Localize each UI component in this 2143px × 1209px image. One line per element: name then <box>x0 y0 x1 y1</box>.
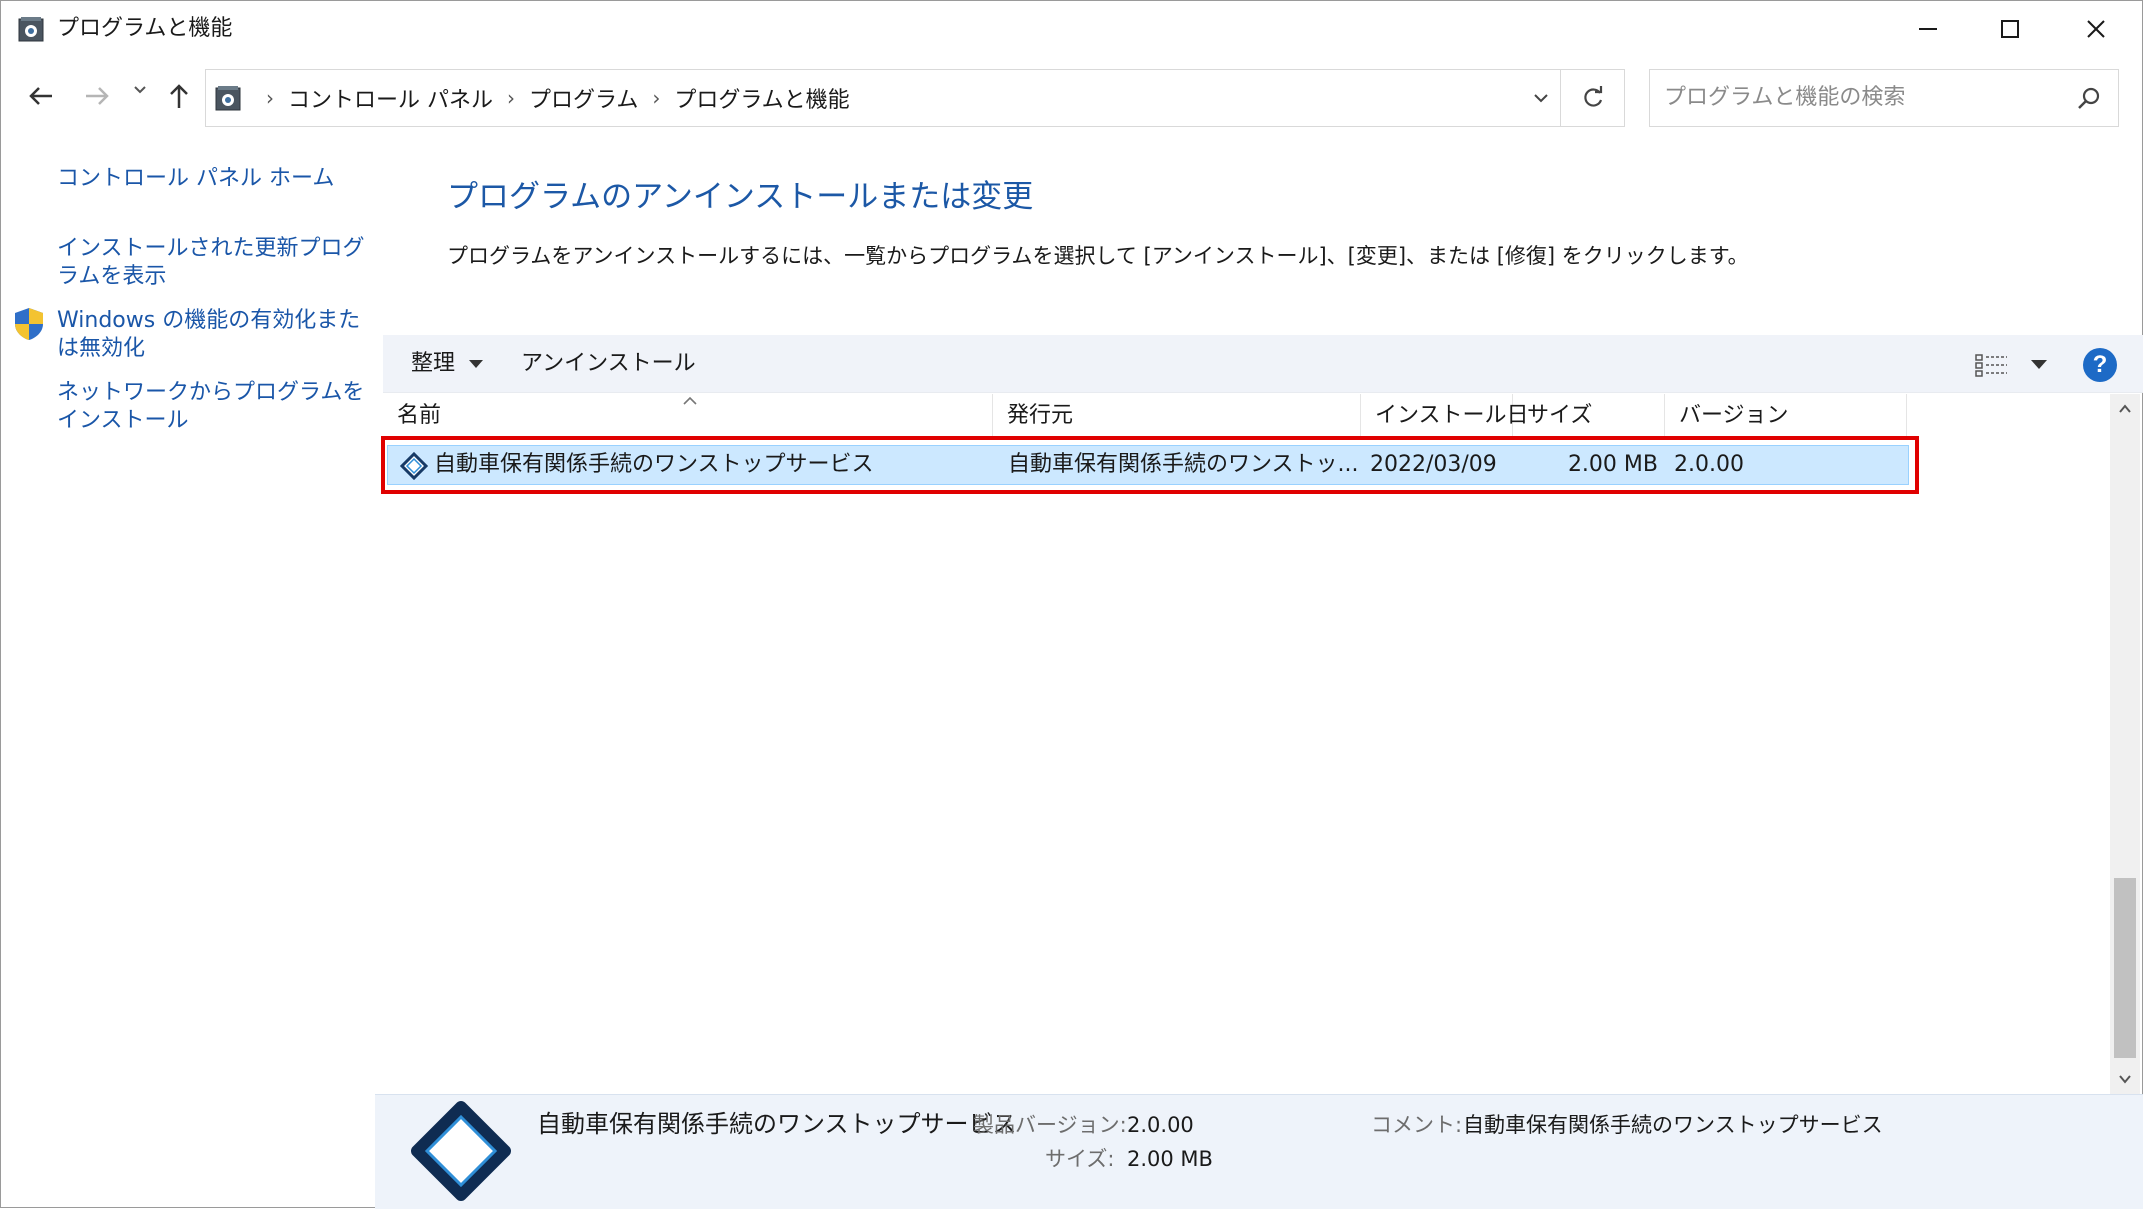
details-app-name: 自動車保有関係手続のワンストップサービス <box>537 1110 1017 1138</box>
control-panel-icon <box>18 17 44 42</box>
organize-button[interactable]: 整理 <box>411 348 484 380</box>
details-pane: 自動車保有関係手続のワンストップサービス 製品バージョン: 2.0.00 サイズ… <box>375 1094 2143 1209</box>
column-header-publisher[interactable]: 発行元 <box>993 394 1361 438</box>
shield-icon <box>15 308 43 340</box>
breadcrumb-separator[interactable]: › <box>652 86 660 110</box>
breadcrumb: › コントロール パネル › プログラム › プログラムと機能 <box>252 82 850 114</box>
control-panel-icon <box>215 86 241 111</box>
page-description: プログラムをアンインストールするには、一覧からプログラムを選択して [アンインス… <box>447 244 1749 268</box>
details-size-value: 2.00 MB <box>1127 1147 1213 1171</box>
view-options-icon[interactable] <box>1975 353 2009 377</box>
sort-ascending-icon <box>683 396 697 405</box>
close-icon <box>2087 20 2105 38</box>
chevron-up-icon <box>2119 404 2131 413</box>
column-header-version[interactable]: バージョン <box>1665 394 1907 438</box>
scrollbar-thumb[interactable] <box>2114 878 2136 1058</box>
up-button[interactable] <box>161 81 197 111</box>
caret-down-icon <box>469 360 484 368</box>
view-options-dropdown[interactable] <box>2031 360 2047 369</box>
close-button[interactable] <box>2052 1 2140 57</box>
scroll-up-button[interactable] <box>2110 394 2140 424</box>
title-bar: プログラムと機能 <box>1 1 2142 57</box>
breadcrumb-control-panel[interactable]: コントロール パネル <box>288 82 493 114</box>
chevron-down-icon <box>1534 94 1548 103</box>
sidebar-item-install-from-network[interactable]: ネットワークからプログラムをインストール <box>57 379 373 435</box>
organize-label: 整理 <box>411 351 456 376</box>
details-comment-label: コメント: <box>1371 1113 1463 1137</box>
search-input[interactable]: プログラムと機能の検索 <box>1649 69 2119 127</box>
details-comment-value: 自動車保有関係手続のワンストップサービス <box>1463 1113 1883 1137</box>
breadcrumb-separator[interactable]: › <box>266 86 274 110</box>
breadcrumb-programs[interactable]: プログラム <box>529 82 638 114</box>
vertical-scrollbar[interactable] <box>2110 394 2140 1094</box>
column-header-size[interactable]: サイズ <box>1513 394 1665 438</box>
command-toolbar: 整理 アンインストール ? <box>383 335 2143 393</box>
uninstall-label: アンインストール <box>521 351 696 376</box>
annotation-highlight-box <box>381 436 1919 494</box>
minimize-button[interactable] <box>1884 1 1972 57</box>
arrow-left-icon <box>29 87 52 105</box>
column-header-install-date[interactable]: インストール日 <box>1361 394 1529 438</box>
minimize-icon <box>1919 28 1937 30</box>
chevron-down-icon <box>134 86 146 94</box>
programs-and-features-window: プログラムと機能 › コントロール パネル › プログラム › プログラムと機能… <box>0 0 2143 1209</box>
address-dropdown-button[interactable] <box>1523 82 1559 114</box>
search-placeholder: プログラムと機能の検索 <box>1664 85 1906 110</box>
back-button[interactable] <box>23 81 59 111</box>
refresh-button[interactable] <box>1561 69 1625 127</box>
page-title: プログラムのアンインストールまたは変更 <box>447 179 1034 215</box>
uninstall-button[interactable]: アンインストール <box>521 348 696 380</box>
window-title: プログラムと機能 <box>57 16 233 41</box>
address-bar[interactable]: › コントロール パネル › プログラム › プログラムと機能 <box>205 69 1561 127</box>
arrow-right-icon <box>86 87 109 105</box>
details-version-value: 2.0.00 <box>1127 1113 1194 1137</box>
search-icon[interactable] <box>2074 84 2104 114</box>
forward-button[interactable] <box>79 81 115 111</box>
breadcrumb-separator[interactable]: › <box>507 86 515 110</box>
chevron-down-icon <box>2119 1075 2131 1084</box>
breadcrumb-programs-and-features[interactable]: プログラムと機能 <box>674 82 849 114</box>
arrow-up-icon <box>170 84 188 108</box>
scroll-down-button[interactable] <box>2110 1064 2140 1094</box>
refresh-icon <box>1583 86 1602 107</box>
help-icon[interactable]: ? <box>2083 348 2117 382</box>
sidebar-item-control-panel-home[interactable]: コントロール パネル ホーム <box>57 165 377 193</box>
column-headers: 名前 発行元 インストール日 サイズ バージョン <box>383 394 1907 438</box>
app-diamond-icon <box>411 1101 511 1201</box>
maximize-button[interactable] <box>1966 1 2054 57</box>
details-size-label: サイズ: <box>1045 1147 1115 1171</box>
details-version-label: 製品バージョン: <box>973 1113 1127 1137</box>
maximize-icon <box>2001 20 2019 38</box>
sidebar-item-installed-updates[interactable]: インストールされた更新プログラムを表示 <box>57 235 373 291</box>
recent-locations-button[interactable] <box>125 81 155 99</box>
sidebar-item-windows-features[interactable]: Windows の機能の有効化または無効化 <box>57 307 373 363</box>
